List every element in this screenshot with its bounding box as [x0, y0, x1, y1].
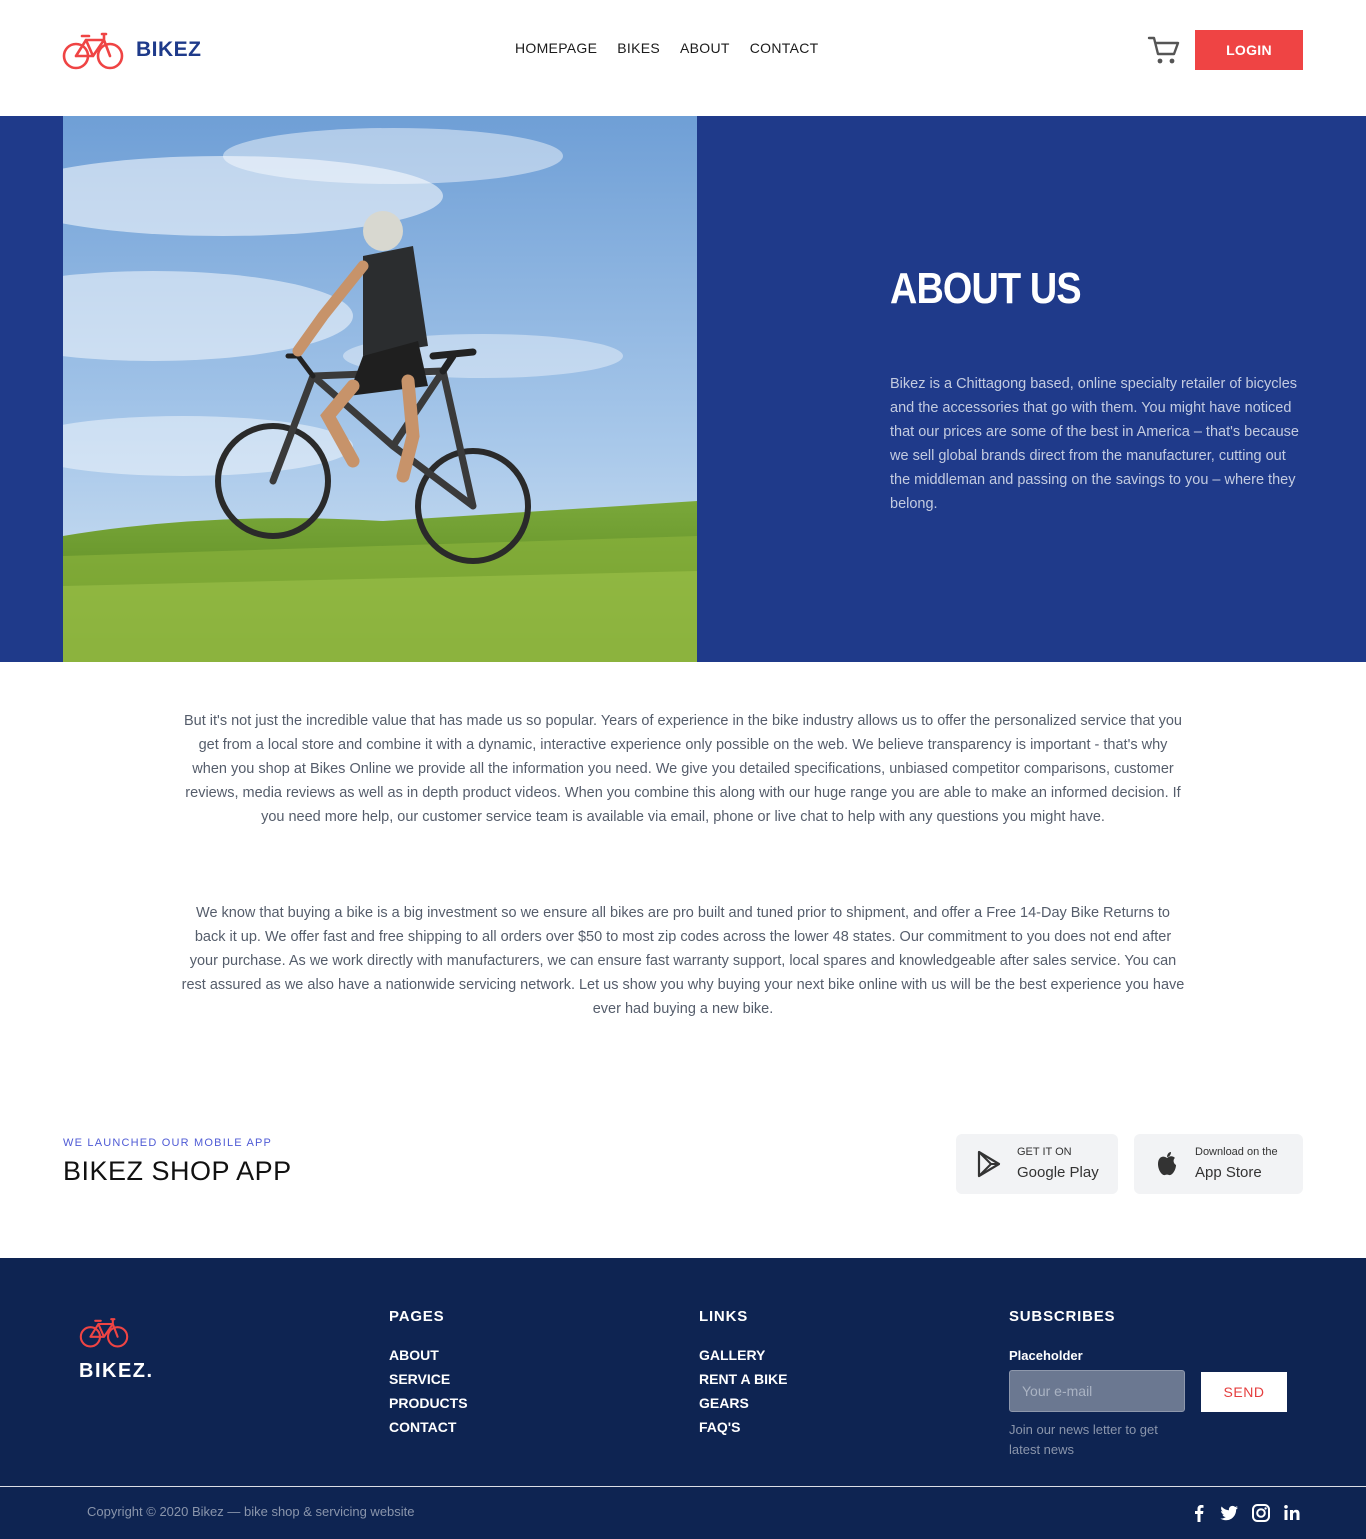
google-play-icon [977, 1150, 1001, 1178]
footer-subscribe-title: SUBSCRIBES [1009, 1308, 1116, 1325]
footer-link-gallery[interactable]: GALLERY [699, 1343, 787, 1367]
copyright: Copyright © 2020 Bikez — bike shop & ser… [87, 1504, 415, 1519]
twitter-icon[interactable] [1218, 1502, 1240, 1524]
footer-links: LINKS GALLERY RENT A BIKE GEARS FAQ'S [699, 1308, 787, 1439]
footer-brand: BIKEZ. [79, 1360, 154, 1382]
bicycle-icon [62, 32, 124, 70]
about-hero: ABOUT US Bikez is a Chittagong based, on… [0, 116, 1366, 662]
app-title: BIKEZ SHOP APP [63, 1156, 292, 1186]
footer-link-contact[interactable]: CONTACT [389, 1415, 468, 1439]
nav-contact[interactable]: CONTACT [750, 40, 819, 56]
site-header: BIKEZ HOMEPAGE BIKES ABOUT CONTACT LOGIN [0, 0, 1366, 116]
email-field[interactable] [1009, 1370, 1185, 1412]
cart-icon[interactable] [1147, 34, 1181, 66]
apple-icon [1158, 1152, 1176, 1176]
footer-pages-title: PAGES [389, 1308, 445, 1325]
send-button[interactable]: SEND [1201, 1372, 1287, 1412]
about-paragraph-2: We know that buying a bike is a big inve… [181, 905, 1185, 1017]
main-nav: HOMEPAGE BIKES ABOUT CONTACT [515, 40, 818, 56]
google-play-button[interactable]: GET IT ON Google Play [956, 1134, 1118, 1194]
email-field-label: Placeholder [1009, 1348, 1083, 1363]
page-title: ABOUT US [890, 264, 1082, 313]
instagram-icon[interactable] [1250, 1502, 1272, 1524]
footer-link-products[interactable]: PRODUCTS [389, 1391, 468, 1415]
footer-pages: PAGES ABOUT SERVICE PRODUCTS CONTACT [389, 1308, 468, 1439]
app-kicker: WE LAUNCHED OUR MOBILE APP [63, 1137, 273, 1149]
linkedin-icon[interactable] [1281, 1502, 1303, 1524]
bicycle-icon [79, 1318, 129, 1348]
app-store-small: Download on the [1195, 1146, 1278, 1158]
footer-link-rent-a-bike[interactable]: RENT A BIKE [699, 1367, 787, 1391]
site-footer: BIKEZ. PAGES ABOUT SERVICE PRODUCTS CONT… [0, 1258, 1366, 1539]
nav-bikes[interactable]: BIKES [617, 40, 660, 56]
nav-homepage[interactable]: HOMEPAGE [515, 40, 597, 56]
login-button[interactable]: LOGIN [1195, 30, 1303, 70]
footer-subscribe: SUBSCRIBES [1009, 1308, 1115, 1343]
footer-link-faqs[interactable]: FAQ'S [699, 1415, 787, 1439]
footer-link-gears[interactable]: GEARS [699, 1391, 787, 1415]
app-store-label: App Store [1195, 1164, 1262, 1181]
footer-link-about[interactable]: ABOUT [389, 1343, 468, 1367]
facebook-icon[interactable] [1188, 1502, 1210, 1524]
google-play-label: Google Play [1017, 1164, 1099, 1181]
footer-links-title: LINKS [699, 1308, 748, 1325]
footer-divider [0, 1486, 1366, 1487]
brand-name: BIKEZ [136, 38, 202, 61]
nav-about[interactable]: ABOUT [680, 40, 730, 56]
about-paragraph-1: But it's not just the incredible value t… [184, 713, 1182, 825]
google-play-small: GET IT ON [1017, 1146, 1072, 1158]
cyclist-image [63, 116, 697, 662]
hero-description: Bikez is a Chittagong based, online spec… [890, 376, 1299, 512]
newsletter-note: Join our news letter to get latest news [1009, 1422, 1158, 1457]
footer-link-service[interactable]: SERVICE [389, 1367, 468, 1391]
brand-logo[interactable]: BIKEZ [62, 30, 202, 70]
app-store-button[interactable]: Download on the App Store [1134, 1134, 1303, 1194]
